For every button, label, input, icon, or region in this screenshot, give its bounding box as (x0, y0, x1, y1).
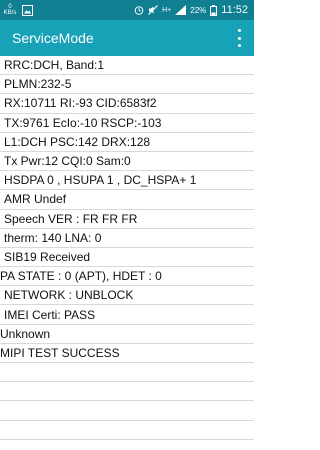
list-item[interactable] (0, 401, 254, 421)
clock: 11:52 (221, 4, 248, 16)
list-item[interactable] (0, 382, 254, 402)
service-info-list[interactable]: RRC:DCH, Band:1 PLMN:232-5 RX:10711 RI:-93… (0, 56, 254, 450)
battery-percent: 22% (190, 5, 207, 15)
overflow-dot-icon (237, 29, 241, 32)
image-notification-icon (22, 4, 33, 16)
list-item-text: IMEI Certi: PASS (4, 307, 96, 322)
list-item[interactable]: MIPI TEST SUCCESS (0, 344, 254, 363)
overflow-dot-icon (237, 36, 241, 40)
list-item[interactable]: L1:DCH PSC:142 DRX:128 (0, 133, 254, 152)
list-item[interactable] (0, 363, 254, 383)
app-bar: ServiceMode (0, 20, 254, 56)
list-item-text: Tx Pwr:12 CQI:0 Sam:0 (4, 154, 131, 169)
list-item[interactable]: Speech VER : FR FR FR (0, 210, 254, 229)
signal-icon (175, 5, 187, 15)
list-item-text: HSDPA 0 , HSUPA 1 , DC_HSPA+ 1 (4, 173, 197, 188)
list-item-text: L1:DCH PSC:142 DRX:128 (4, 134, 151, 149)
list-item-text: SIB19 Received (4, 249, 91, 264)
list-item[interactable]: PLMN:232-5 (0, 75, 254, 95)
mute-icon (148, 5, 159, 15)
status-right: H+ 22% 11:52 (134, 0, 248, 20)
list-item[interactable]: RX:10711 RI:-93 CID:6583f2 (0, 94, 254, 114)
list-item-text: MIPI TEST SUCCESS (0, 345, 120, 360)
list-item-text: therm: 140 LNA: 0 (4, 230, 102, 245)
list-item[interactable]: Unknown (0, 325, 254, 344)
list-item-text: Speech VER : FR FR FR (4, 211, 138, 226)
list-item-text: RRC:DCH, Band:1 (4, 58, 105, 73)
status-bar: 0 KB/s H+ 22% 11:52 (0, 0, 254, 20)
list-item-text: Unknown (0, 326, 51, 341)
list-item[interactable] (0, 421, 254, 440)
overflow-dot-icon (237, 44, 241, 47)
list-item[interactable]: NETWORK : UNBLOCK (0, 286, 254, 306)
list-item-text: RX:10711 RI:-93 CID:6583f2 (4, 96, 157, 111)
list-item-text: PA STATE : 0 (APT), HDET : 0 (0, 269, 162, 284)
list-item-text: TX:9761 EcIo:-10 RSCP:-103 (4, 115, 162, 130)
list-item-text: PLMN:232-5 (4, 77, 72, 92)
status-left: 0 KB/s (3, 2, 33, 18)
list-item[interactable]: Tx Pwr:12 CQI:0 Sam:0 (0, 152, 254, 172)
battery-icon (210, 4, 218, 16)
list-item[interactable]: IMEI Certi: PASS (0, 305, 254, 325)
list-item[interactable]: TX:9761 EcIo:-10 RSCP:-103 (0, 114, 254, 133)
list-item[interactable]: PA STATE : 0 (APT), HDET : 0 (0, 267, 254, 287)
list-item[interactable]: SIB19 Received (0, 248, 254, 268)
list-item[interactable]: AMR Undef (0, 190, 254, 210)
list-item-text: AMR Undef (4, 192, 67, 207)
app-title: ServiceMode (12, 30, 94, 46)
list-item[interactable]: therm: 140 LNA: 0 (0, 229, 254, 248)
alarm-icon (134, 6, 144, 15)
list-item[interactable]: HSDPA 0 , HSUPA 1 , DC_HSPA+ 1 (0, 171, 254, 191)
list-item-text: NETWORK : UNBLOCK (4, 288, 134, 303)
list-item[interactable]: RRC:DCH, Band:1 (0, 56, 254, 76)
network-type-label: H+ (162, 6, 172, 14)
network-speed: 0 KB/s (3, 4, 17, 16)
network-speed-unit: KB/s (3, 10, 17, 16)
overflow-menu-button[interactable] (234, 29, 244, 47)
